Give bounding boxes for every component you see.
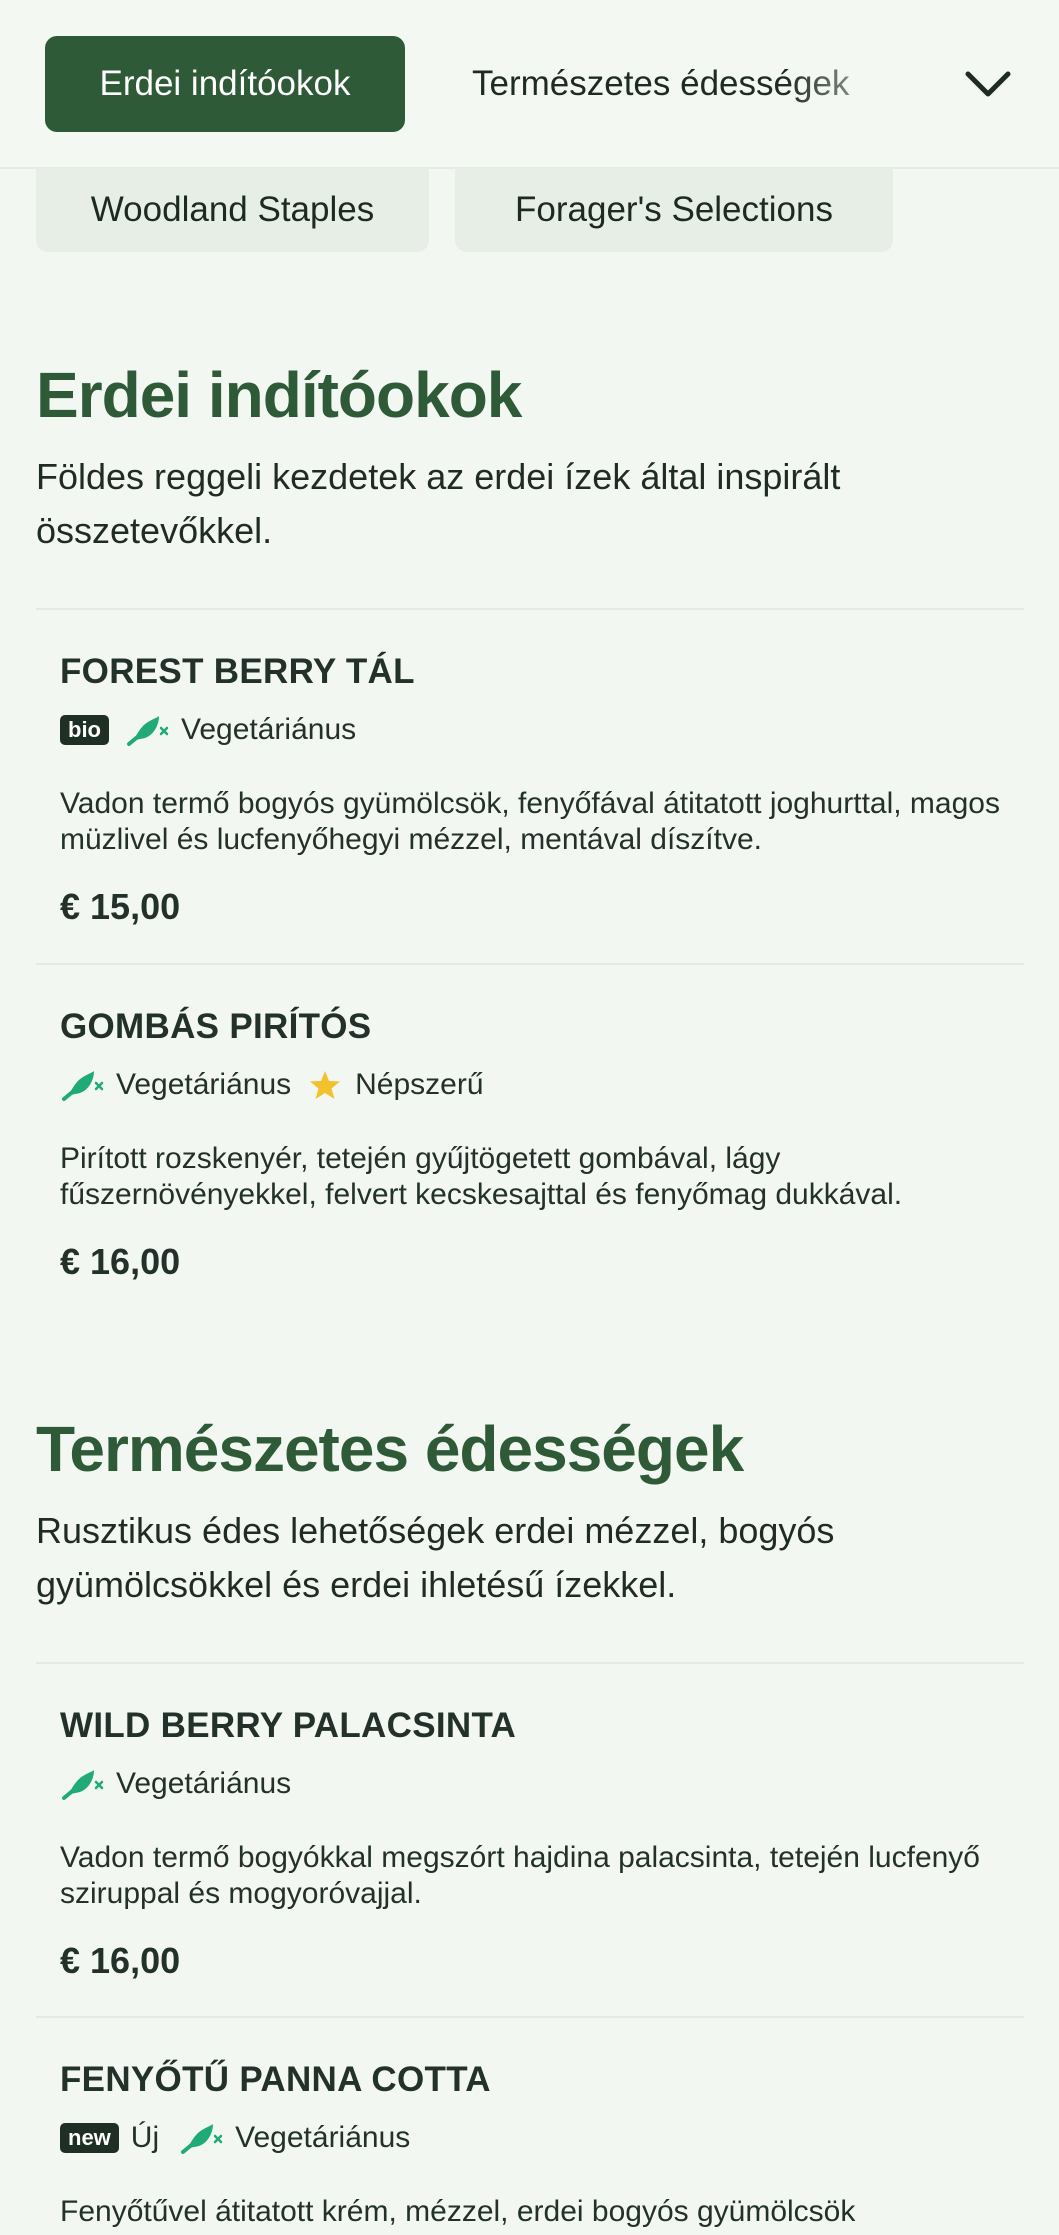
vegetarian-icon [127,716,169,746]
popular-label: Népszerű [355,1068,484,1101]
vegetarian-label: Vegetáriánus [181,713,357,746]
menu-item-wild-berry-palacsinta[interactable]: WILD BERRY PALACSINTA Vegetáriánus Vadon… [36,1662,1024,1982]
vegetarian-label: Vegetáriánus [116,1767,292,1800]
menu-section-starters: Erdei indítóokok Földes reggeli kezdetek… [36,358,1024,558]
item-name: FOREST BERRY TÁL [60,652,415,691]
item-tags: bio Vegetáriánus [60,710,1000,750]
vegetarian-label: Vegetáriánus [116,1068,292,1101]
new-badge: new [60,2123,119,2153]
item-tags: Vegetáriánus [60,1764,1000,1804]
item-price: € 15,00 [60,886,181,927]
vegetarian-icon [62,1071,104,1101]
item-tags: new Új Vegetáriánus [60,2118,1000,2158]
item-description: Vadon termő bogyókkal megszórt hajdina p… [60,1841,980,1910]
section-title: Természetes édességek [36,1413,744,1485]
section-description: Rusztikus édes lehetőségek erdei mézzel,… [36,1510,835,1605]
item-name: FENYŐTŰ PANNA COTTA [60,2060,491,2099]
menu-section-sweets: Természetes édességek Rusztikus édes leh… [36,1412,1024,1612]
tab-termeszetes-edessegek[interactable]: Természetes édességek [472,36,892,132]
menu-item-forest-berry[interactable]: FOREST BERRY TÁL bio Vegetáriánus Vadon … [36,608,1024,928]
chevron-down-icon[interactable] [960,62,1016,106]
chip-foragers-selections[interactable]: Forager's Selections [455,168,893,252]
section-title: Erdei indítóokok [36,359,522,431]
menu-item-gombas-piritos[interactable]: GOMBÁS PIRÍTÓS Vegetáriánus Népszerű Pir… [36,963,1024,1283]
item-description: Pirított rozskenyér, tetején gyűjtögetet… [60,1142,903,1211]
vegetarian-label: Vegetáriánus [235,2121,411,2154]
item-tags: Vegetáriánus Népszerű [60,1065,1000,1105]
item-description: Fenyőtűvel átitatott krém, mézzel, erdei… [60,2195,856,2228]
item-price: € 16,00 [60,1241,181,1282]
category-nav: Erdei indítóokok Természetes édességek [0,0,1059,169]
new-label: Új [130,2121,160,2154]
item-description: Vadon termő bogyós gyümölcsök, fenyőfáva… [60,787,1000,856]
item-name: GOMBÁS PIRÍTÓS [60,1007,372,1046]
vegetarian-icon [181,2124,223,2154]
star-icon [310,1071,341,1099]
bio-badge: bio [60,715,109,745]
vegetarian-icon [62,1770,104,1800]
tab-erdei-inditookok[interactable]: Erdei indítóokok [45,36,405,132]
section-description: Földes reggeli kezdetek az erdei ízek ál… [36,456,841,551]
item-price: € 16,00 [60,1940,181,1981]
menu-item-fenyotu-panna-cotta[interactable]: FENYŐTŰ PANNA COTTA new Új Vegetáriánus … [36,2016,1024,2230]
chip-woodland-staples[interactable]: Woodland Staples [36,168,429,252]
item-name: WILD BERRY PALACSINTA [60,1706,517,1745]
